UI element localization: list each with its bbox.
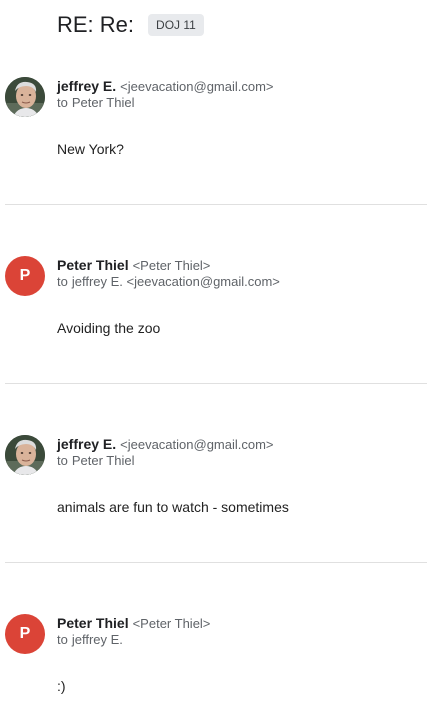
recipient: Peter Thiel — [71, 95, 135, 110]
sender-name[interactable]: Peter Thiel — [57, 257, 129, 273]
message-divider — [5, 562, 427, 563]
sender-name[interactable]: jeffrey E. — [57, 436, 116, 452]
avatar[interactable]: P — [5, 256, 45, 296]
message-body: New York? — [57, 141, 124, 157]
recipient: jeffrey E. — [71, 632, 123, 647]
recipient-line: to Peter Thiel — [57, 95, 134, 111]
message-body: :) — [57, 678, 66, 694]
message-body: Avoiding the zoo — [57, 320, 161, 336]
recipient-line: to Peter Thiel — [57, 453, 134, 469]
sender-line: Peter Thiel <Peter Thiel> — [57, 614, 210, 633]
sender-email: <Peter Thiel> — [132, 258, 211, 273]
sender-email: <Peter Thiel> — [132, 616, 211, 631]
to-prefix: to — [57, 632, 68, 647]
avatar[interactable] — [5, 77, 45, 117]
sender-email: <jeevacation@gmail.com> — [120, 437, 274, 452]
message-divider — [5, 204, 427, 205]
avatar[interactable]: P — [5, 614, 45, 654]
sender-name[interactable]: Peter Thiel — [57, 615, 129, 631]
message-divider — [5, 383, 427, 384]
to-prefix: to — [57, 95, 68, 110]
recipient: jeffrey E. <jeevacation@gmail.com> — [71, 274, 280, 289]
thread-subject: RE: Re: — [57, 12, 135, 37]
sender-line: jeffrey E. <jeevacation@gmail.com> — [57, 77, 274, 96]
thread-header: RE: Re: DOJ 11 — [57, 12, 204, 38]
avatar[interactable] — [5, 435, 45, 475]
recipient-line: to jeffrey E. — [57, 632, 123, 648]
sender-line: jeffrey E. <jeevacation@gmail.com> — [57, 435, 274, 454]
to-prefix: to — [57, 453, 68, 468]
sender-line: Peter Thiel <Peter Thiel> — [57, 256, 210, 275]
message-body: animals are fun to watch - sometimes — [57, 499, 289, 515]
recipient-line: to jeffrey E. <jeevacation@gmail.com> — [57, 274, 280, 290]
sender-email: <jeevacation@gmail.com> — [120, 79, 274, 94]
recipient: Peter Thiel — [71, 453, 135, 468]
sender-name[interactable]: jeffrey E. — [57, 78, 116, 94]
to-prefix: to — [57, 274, 68, 289]
label-chip[interactable]: DOJ 11 — [148, 14, 204, 36]
